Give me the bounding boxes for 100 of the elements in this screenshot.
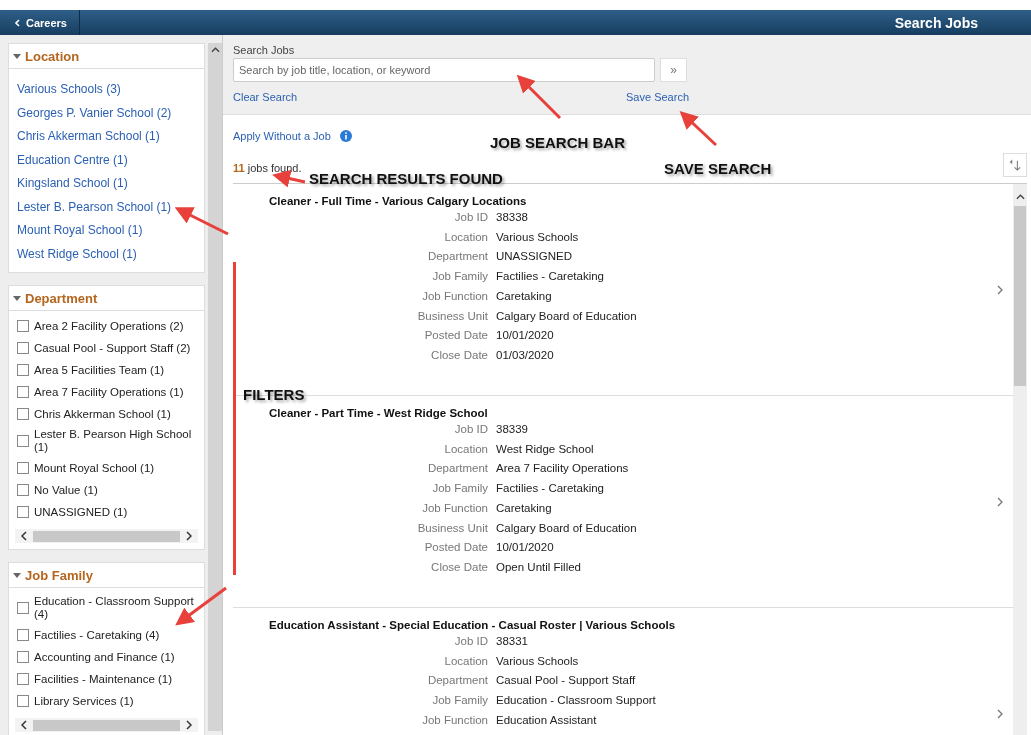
- scroll-left-icon[interactable]: [21, 531, 27, 541]
- sort-icon: [1008, 158, 1022, 172]
- chevron-right-icon: [997, 285, 1003, 295]
- checkbox-label: Library Services (1): [34, 694, 134, 708]
- scroll-up-icon[interactable]: [210, 47, 220, 53]
- checkbox[interactable]: [17, 602, 29, 614]
- field-value: Education Assistant: [496, 713, 597, 728]
- annotation-label: SAVE SEARCH: [664, 160, 772, 177]
- search-field[interactable]: Search by job title, location, or keyword: [233, 58, 655, 82]
- results-count: 11 jobs found.: [233, 161, 302, 174]
- filter-header[interactable]: Job Family: [9, 563, 204, 588]
- apply-without-job-link[interactable]: Apply Without a Job: [233, 130, 331, 142]
- field-value: 01/03/2020: [496, 348, 554, 363]
- checkbox-label: Accounting and Finance (1): [34, 650, 175, 664]
- search-button[interactable]: »: [660, 58, 687, 82]
- checkbox[interactable]: [17, 673, 29, 685]
- filter-title: Department: [25, 290, 98, 306]
- field-value: Factilies - Caretaking: [496, 270, 604, 284]
- field-value: West Ridge School: [496, 442, 594, 457]
- sidebar-scrollbar[interactable]: [208, 43, 222, 731]
- field-value: UNASSIGNED: [496, 250, 573, 265]
- field-label: Job Function: [422, 289, 488, 304]
- filter-link[interactable]: Lester B. Pearson School (1): [17, 195, 172, 219]
- checkbox[interactable]: [17, 462, 29, 474]
- checkbox-label: Lester B. Pearson High School (1): [34, 428, 193, 454]
- collapse-triangle-icon: [13, 572, 21, 578]
- field-label: Department: [427, 462, 488, 477]
- horizontal-scrollbar[interactable]: [15, 718, 198, 732]
- checkbox[interactable]: [17, 506, 29, 518]
- horizontal-scrollbar[interactable]: [15, 529, 198, 543]
- checkbox[interactable]: [17, 651, 29, 663]
- checkbox-label: Factilies - Caretaking (4): [34, 628, 160, 642]
- save-search-link[interactable]: Save Search: [626, 91, 689, 103]
- filter-title: Location: [25, 48, 80, 64]
- field-label: Business Unit: [417, 521, 488, 536]
- results-scrollbar[interactable]: [1013, 184, 1027, 735]
- job-title: Cleaner - Part Time - West Ridge School: [269, 407, 489, 419]
- job-title: Cleaner - Full Time - Various Calgary Locations: [269, 195, 528, 207]
- field-label: Posted Date: [424, 329, 488, 343]
- field-value: Various Schools: [496, 230, 579, 245]
- info-icon[interactable]: [339, 130, 352, 142]
- collapse-triangle-icon: [13, 295, 21, 301]
- checkbox-label: Area 7 Facility Operations (1): [34, 385, 184, 399]
- field-label: Job ID: [454, 423, 488, 437]
- field-label: Job ID: [454, 211, 488, 225]
- checkbox-label: No Value (1): [34, 483, 98, 497]
- checkbox-label: Casual Pool - Support Staff (2): [34, 341, 191, 355]
- search-label: Search Jobs: [233, 44, 296, 56]
- filter-link[interactable]: Kingsland School (1): [17, 172, 128, 196]
- field-label: Job Family: [432, 270, 488, 284]
- clear-search-link[interactable]: Clear Search: [233, 91, 298, 103]
- checkbox[interactable]: [17, 484, 29, 496]
- back-chevron-icon: [14, 18, 20, 27]
- filter-header[interactable]: Department: [9, 286, 204, 311]
- annotation-arrow: [679, 110, 718, 147]
- field-value: Calgary Board of Education: [496, 521, 637, 536]
- filter-link[interactable]: Chris Akkerman School (1): [17, 125, 160, 149]
- field-label: Location: [444, 654, 488, 669]
- scroll-up-icon[interactable]: [1015, 194, 1025, 200]
- field-value: 10/01/2020: [496, 541, 554, 555]
- checkbox[interactable]: [17, 408, 29, 420]
- checkbox[interactable]: [17, 435, 29, 447]
- checkbox-label: Chris Akkerman School (1): [34, 407, 171, 421]
- checkbox[interactable]: [17, 320, 29, 332]
- filter-link[interactable]: Various Schools (3): [17, 78, 121, 102]
- field-label: Department: [427, 674, 488, 689]
- field-value: Casual Pool - Support Staff: [496, 674, 636, 689]
- checkbox-label: Mount Royal School (1): [34, 461, 155, 475]
- field-value: 10/01/2020: [496, 329, 554, 343]
- filter-header[interactable]: Location: [9, 44, 204, 69]
- filter-link[interactable]: West Ridge School (1): [17, 242, 137, 266]
- field-label: Job Family: [432, 482, 488, 496]
- field-label: Job Family: [432, 694, 488, 708]
- filter-link[interactable]: Georges P. Vanier School (2): [17, 101, 172, 125]
- field-value: Caretaking: [496, 289, 552, 304]
- chevron-right-icon: [997, 497, 1003, 507]
- checkbox-label: Education - Classroom Support (4): [34, 595, 195, 621]
- checkbox[interactable]: [17, 629, 29, 641]
- field-label: Posted Date: [424, 541, 488, 555]
- checkbox-label: Area 2 Facility Operations (2): [34, 319, 184, 333]
- field-value: Education - Classroom Support: [496, 694, 656, 708]
- field-label: Job ID: [454, 635, 488, 649]
- filter-link[interactable]: Education Centre (1): [17, 148, 128, 172]
- checkbox[interactable]: [17, 364, 29, 376]
- field-label: Location: [444, 442, 488, 457]
- field-value: 38339: [496, 423, 528, 437]
- filter-link[interactable]: Mount Royal School (1): [17, 219, 143, 243]
- checkbox[interactable]: [17, 695, 29, 707]
- page-title: Search Jobs: [894, 14, 978, 31]
- sort-button[interactable]: [1003, 153, 1027, 177]
- field-value: Calgary Board of Education: [496, 309, 637, 324]
- checkbox[interactable]: [17, 386, 29, 398]
- scroll-right-icon[interactable]: [186, 720, 192, 730]
- scroll-left-icon[interactable]: [21, 720, 27, 730]
- field-label: Job Function: [422, 501, 488, 516]
- scroll-right-icon[interactable]: [186, 531, 192, 541]
- checkbox-label: Area 5 Facilities Team (1): [34, 363, 165, 377]
- collapse-triangle-icon: [13, 53, 21, 59]
- field-label: Location: [444, 230, 488, 245]
- checkbox[interactable]: [17, 342, 29, 354]
